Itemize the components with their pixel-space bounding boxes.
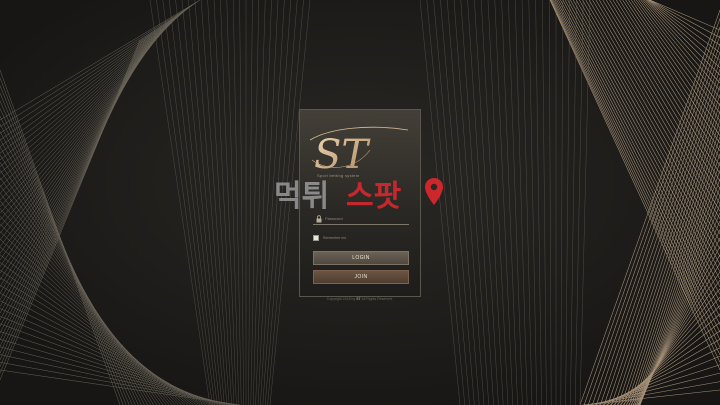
join-button[interactable]: JOIN <box>313 270 409 284</box>
logo-monogram: ST <box>309 126 409 178</box>
copyright: Copyright 2018 by ST All Rights Reserved… <box>299 297 421 301</box>
remember-me[interactable]: Remember me <box>313 234 346 242</box>
remember-label: Remember me <box>323 236 347 240</box>
copyright-brand: ST <box>356 297 361 301</box>
watermark-gray-text: 먹튀 <box>274 179 329 214</box>
copyright-suffix: All Rights Reserved. <box>361 297 394 301</box>
lock-icon <box>316 215 322 223</box>
watermark: 먹튀 스팟 <box>274 178 443 214</box>
login-button[interactable]: LOGIN <box>313 251 409 265</box>
copyright-prefix: Copyright 2018 by <box>326 297 356 301</box>
remember-checkbox[interactable] <box>313 235 319 241</box>
logo: ST Sport betting system <box>300 110 420 180</box>
watermark-red-text: 스팟 <box>346 179 402 214</box>
map-pin-icon <box>425 178 443 205</box>
